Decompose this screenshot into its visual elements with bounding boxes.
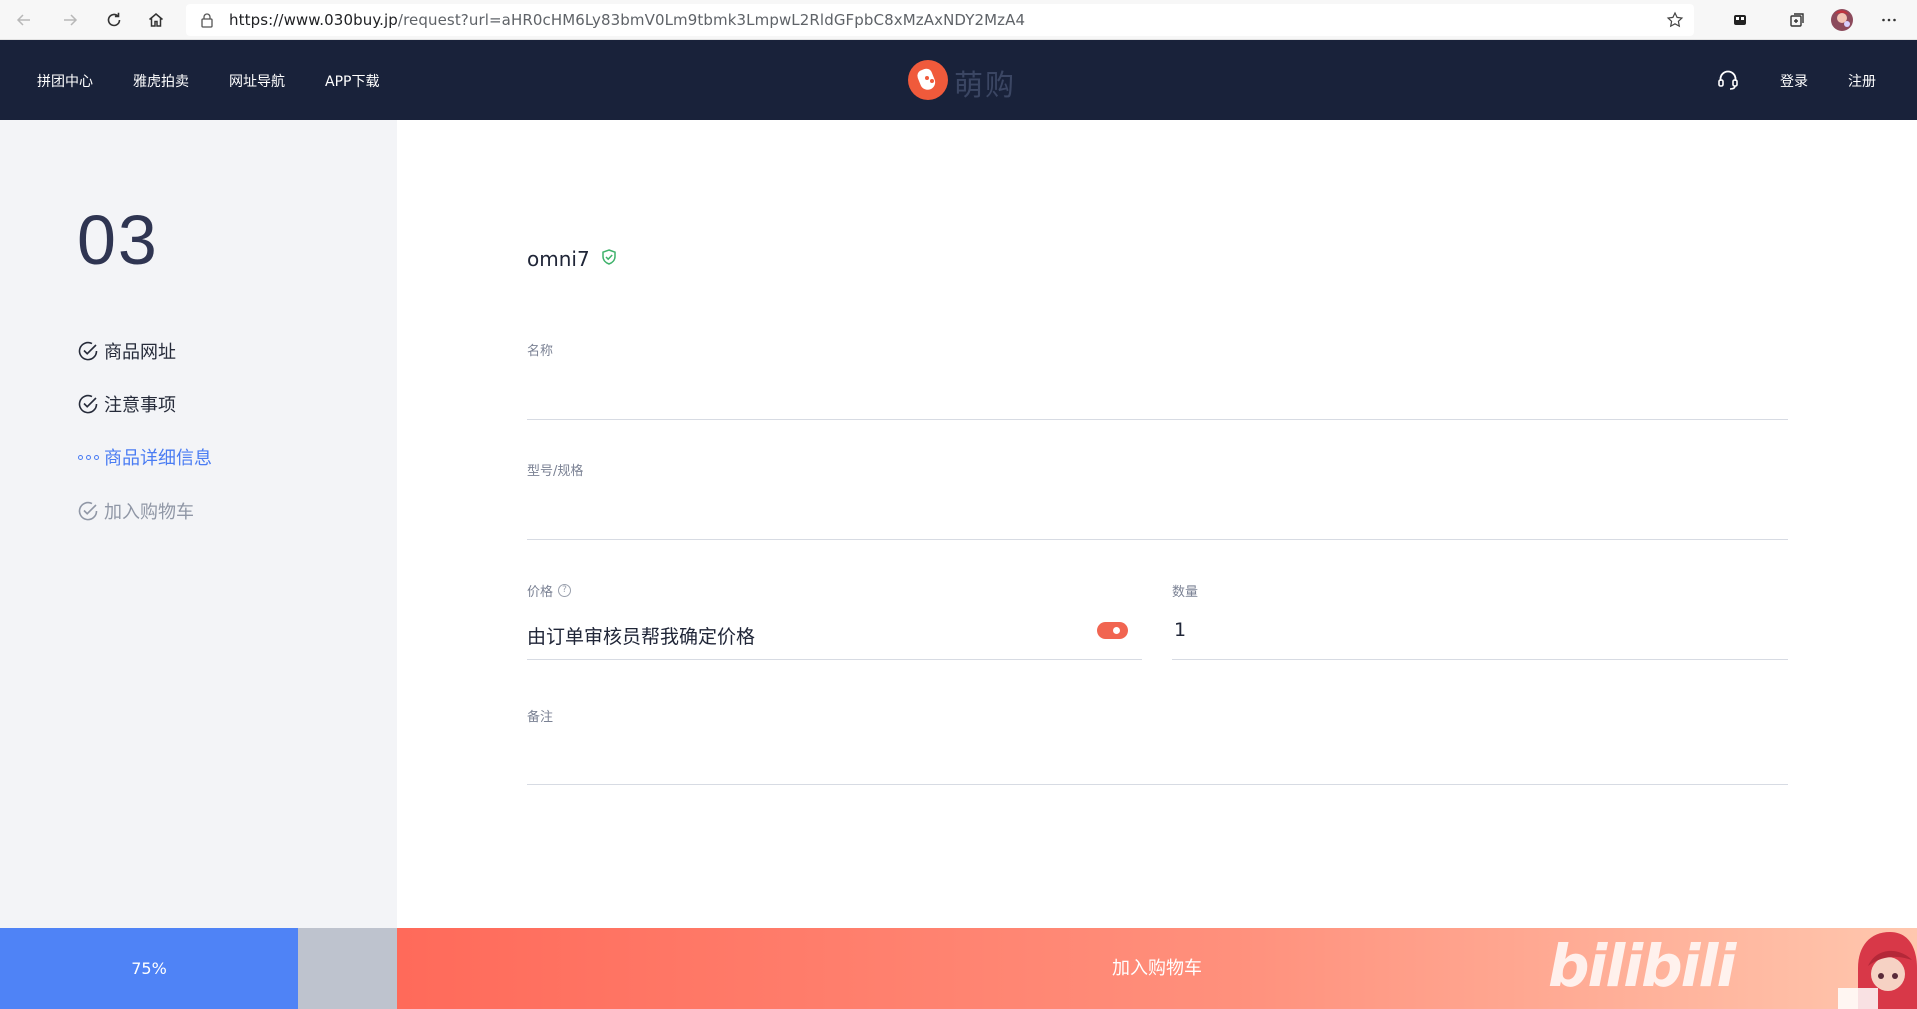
shop-name: omni7 xyxy=(527,247,618,271)
url-text: https://www.030buy.jp/request?url=aHR0cH… xyxy=(229,11,1026,29)
login-link[interactable]: 登录 xyxy=(1780,71,1808,91)
price-label: 价格 ? xyxy=(527,581,572,600)
nav-yahoo-auction[interactable]: 雅虎拍卖 xyxy=(133,71,189,91)
logo-text[interactable]: 萌购 xyxy=(954,62,1016,104)
site-header: 拼团中心 雅虎拍卖 网址导航 APP下载 萌购 登录 注册 xyxy=(0,40,1917,120)
help-icon[interactable]: ? xyxy=(558,584,572,597)
step-label: 加入购物车 xyxy=(104,502,194,523)
step-label: 商品网址 xyxy=(104,342,176,363)
step-notes[interactable]: 注意事项 xyxy=(76,391,176,417)
step-label: 商品详细信息 xyxy=(104,448,212,469)
price-label-text: 价格 xyxy=(527,585,554,600)
check-circle-icon xyxy=(76,392,100,416)
logo-icon[interactable] xyxy=(908,60,948,100)
name-label: 名称 xyxy=(527,344,554,359)
bilibili-watermark: bilibili xyxy=(1548,932,1736,1000)
step-add-to-cart[interactable]: 加入购物车 xyxy=(76,498,194,524)
dots-icon xyxy=(76,445,100,469)
model-label: 型号/规格 xyxy=(527,464,584,479)
progress-bar: 75% xyxy=(0,928,397,1009)
price-underline xyxy=(527,659,1142,660)
nav-group-buy[interactable]: 拼团中心 xyxy=(37,71,93,91)
quantity-label: 数量 xyxy=(1172,585,1199,600)
profile-avatar[interactable] xyxy=(1828,6,1856,34)
extensions-icon[interactable] xyxy=(1726,6,1754,34)
step-number: 03 xyxy=(77,201,159,279)
step-product-details[interactable]: 商品详细信息 xyxy=(76,444,212,470)
step-label: 注意事项 xyxy=(104,395,176,416)
browser-toolbar: https://www.030buy.jp/request?url=aHR0cH… xyxy=(0,0,1917,40)
refresh-icon[interactable] xyxy=(100,6,128,34)
step-product-url[interactable]: 商品网址 xyxy=(76,338,176,364)
check-circle-icon xyxy=(76,499,100,523)
name-underline xyxy=(527,419,1788,420)
model-underline xyxy=(527,539,1788,540)
nav-site-directory[interactable]: 网址导航 xyxy=(229,71,285,91)
note-label: 备注 xyxy=(527,710,554,725)
headset-icon[interactable] xyxy=(1716,68,1740,96)
shield-check-icon xyxy=(600,247,618,271)
lock-icon xyxy=(200,12,214,32)
steps-sidebar: 03 商品网址 注意事项 商品详细信息 加入购物车 xyxy=(0,120,397,928)
progress-text: 75% xyxy=(131,959,167,978)
product-form: omni7 名称 型号/规格 价格 ? 由订单审核员帮我确定价格 数量 1 备注 xyxy=(397,120,1917,928)
shop-name-text: omni7 xyxy=(527,247,590,271)
quantity-underline xyxy=(1172,659,1788,660)
nav-app-download[interactable]: APP下载 xyxy=(325,71,379,91)
note-underline xyxy=(527,784,1788,785)
address-bar[interactable]: https://www.030buy.jp/request?url=aHR0cH… xyxy=(186,4,1694,36)
quantity-input[interactable]: 1 xyxy=(1174,619,1186,641)
home-icon[interactable] xyxy=(142,6,170,34)
back-icon[interactable] xyxy=(10,6,38,34)
collections-icon[interactable] xyxy=(1783,6,1811,34)
forward-icon[interactable] xyxy=(56,6,84,34)
anime-avatar-decoration xyxy=(1838,928,1917,1009)
star-icon[interactable] xyxy=(1666,11,1684,33)
check-circle-icon xyxy=(76,339,100,363)
price-review-toggle[interactable] xyxy=(1097,622,1128,639)
register-link[interactable]: 注册 xyxy=(1848,71,1876,91)
price-input[interactable]: 由订单审核员帮我确定价格 xyxy=(527,622,755,649)
more-icon[interactable] xyxy=(1875,6,1903,34)
